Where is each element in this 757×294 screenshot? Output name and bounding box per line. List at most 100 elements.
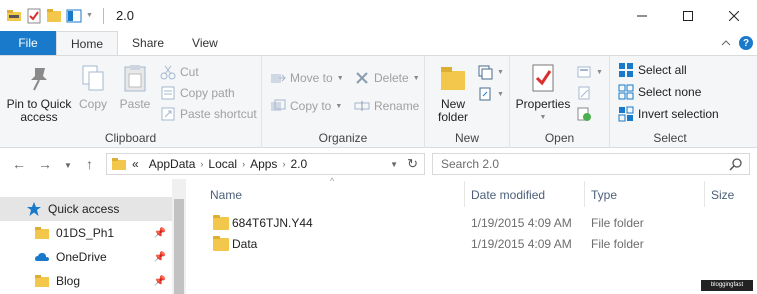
- nav-scrollbar[interactable]: [172, 179, 186, 294]
- history-button[interactable]: [576, 104, 592, 124]
- new-item-button[interactable]: ▼: [477, 62, 504, 82]
- nav-item-quick-access[interactable]: Quick access: [0, 197, 172, 221]
- nav-item-01ds-ph1[interactable]: 01DS_Ph1 📌: [0, 221, 172, 245]
- breadcrumb-appdata[interactable]: AppData: [144, 157, 201, 171]
- edit-icon: [576, 85, 592, 101]
- select-all-button[interactable]: Select all: [618, 60, 687, 80]
- new-folder-label: New folder: [437, 97, 469, 124]
- address-dropdown-icon[interactable]: ▼: [390, 160, 398, 169]
- paste-shortcut-icon: [160, 106, 176, 122]
- search-icon: [729, 157, 743, 174]
- move-to-icon: [270, 70, 286, 86]
- sort-ascending-icon: ^: [330, 176, 335, 186]
- table-row[interactable]: Data 1/19/2015 4:09 AM File folder: [186, 234, 757, 254]
- back-arrow-icon[interactable]: ←: [12, 156, 26, 172]
- folder-icon: [111, 157, 127, 171]
- window-title: 2.0: [115, 8, 135, 23]
- clipboard-group-title: Clipboard: [104, 131, 157, 145]
- recent-locations-chevron-icon[interactable]: ▼: [64, 161, 72, 170]
- file-name: Data: [232, 237, 258, 251]
- copy-path-button[interactable]: Copy path: [160, 83, 235, 103]
- nav-item-onedrive[interactable]: OneDrive 📌: [0, 245, 172, 269]
- rename-button[interactable]: Rename: [354, 96, 419, 116]
- breadcrumb-overflow[interactable]: «: [127, 157, 144, 171]
- star-icon: [26, 201, 42, 217]
- breadcrumb-current[interactable]: 2.0: [285, 157, 312, 171]
- forward-arrow-icon[interactable]: →: [38, 156, 52, 172]
- open-button[interactable]: ▼: [576, 62, 603, 82]
- nav-item-label: Blog: [56, 274, 81, 288]
- copy-to-button[interactable]: Copy to ▼: [270, 96, 342, 116]
- new-folder-button[interactable]: New folder: [431, 62, 475, 124]
- file-date: 1/19/2015 4:09 AM: [471, 216, 572, 230]
- select-none-button[interactable]: Select none: [618, 82, 701, 102]
- tab-share[interactable]: Share: [118, 31, 178, 55]
- new-folder-icon[interactable]: [46, 8, 62, 24]
- new-item-icon: [477, 64, 493, 80]
- breadcrumb-local[interactable]: Local: [203, 157, 242, 171]
- select-all-icon: [618, 62, 634, 78]
- column-header-name[interactable]: Name: [210, 188, 242, 202]
- select-group: Select all Select none Invert selection …: [610, 56, 730, 148]
- nav-scrollbar-thumb[interactable]: [174, 199, 184, 294]
- column-header-date-modified[interactable]: Date modified: [471, 188, 545, 202]
- copy-button[interactable]: Copy: [76, 62, 110, 111]
- column-divider[interactable]: [584, 181, 585, 207]
- column-divider[interactable]: [464, 181, 465, 207]
- paste-icon: [119, 62, 151, 94]
- move-to-dropdown-icon: ▼: [336, 74, 344, 82]
- easy-access-button[interactable]: ▼: [477, 84, 504, 104]
- folder-icon: [213, 215, 229, 231]
- pin-icon[interactable]: 📌: [154, 252, 166, 263]
- pin-icon[interactable]: 📌: [154, 228, 166, 239]
- close-button[interactable]: [711, 0, 757, 31]
- copy-to-icon: [270, 98, 286, 114]
- pin-to-quick-access-button[interactable]: Pin to Quick access: [4, 62, 74, 124]
- file-type: File folder: [591, 237, 644, 251]
- column-header-size[interactable]: Size: [711, 188, 734, 202]
- properties-button[interactable]: Properties ▼: [514, 62, 572, 124]
- pin-icon: [23, 62, 55, 94]
- collapse-ribbon-chevron-icon[interactable]: [721, 39, 731, 47]
- refresh-icon[interactable]: ↻: [407, 156, 418, 172]
- properties-icon[interactable]: [26, 8, 42, 24]
- copy-path-label: Copy path: [180, 86, 235, 100]
- app-icon[interactable]: [6, 8, 22, 24]
- move-to-button[interactable]: Move to ▼: [270, 68, 344, 88]
- search-input[interactable]: Search 2.0: [432, 153, 750, 175]
- help-icon[interactable]: ?: [739, 36, 753, 50]
- new-group-title: New: [454, 131, 479, 145]
- column-header-type[interactable]: Type: [591, 188, 617, 202]
- column-divider[interactable]: [704, 181, 705, 207]
- file-type: File folder: [591, 216, 644, 230]
- paste-button[interactable]: Paste: [116, 62, 154, 111]
- tab-home[interactable]: Home: [56, 31, 119, 55]
- cloud-icon: [34, 249, 50, 265]
- nav-item-blog[interactable]: Blog 📌: [0, 269, 172, 293]
- table-row[interactable]: 684T6TJN.Y44 1/19/2015 4:09 AM File fold…: [186, 213, 757, 233]
- view-pane-icon[interactable]: [66, 8, 82, 24]
- customize-qat-chevron-icon[interactable]: ▼: [86, 12, 93, 19]
- address-bar[interactable]: « AppData › Local › Apps › 2.0 ▼ ↻: [106, 153, 425, 175]
- nav-item-label: 01DS_Ph1: [56, 226, 115, 240]
- tab-view[interactable]: View: [178, 31, 232, 55]
- up-arrow-icon[interactable]: ↑: [86, 156, 93, 172]
- file-list: ^ Name Date modified Type Size 684T6TJN.…: [186, 176, 757, 294]
- maximize-button[interactable]: [665, 0, 711, 31]
- minimize-button[interactable]: [619, 0, 665, 31]
- paste-shortcut-button[interactable]: Paste shortcut: [160, 104, 257, 124]
- properties-label: Properties: [515, 97, 571, 111]
- select-none-icon: [618, 84, 634, 100]
- delete-label: Delete: [374, 71, 409, 85]
- select-all-label: Select all: [638, 63, 687, 77]
- invert-selection-button[interactable]: Invert selection: [618, 104, 719, 124]
- edit-button[interactable]: [576, 83, 592, 103]
- pin-icon[interactable]: 📌: [154, 276, 166, 287]
- new-item-dropdown-icon: ▼: [497, 68, 504, 76]
- new-group: New folder ▼ ▼ New: [425, 56, 510, 148]
- breadcrumb-apps[interactable]: Apps: [245, 157, 282, 171]
- delete-button[interactable]: Delete ▼: [354, 68, 420, 88]
- cut-button[interactable]: Cut: [160, 62, 199, 82]
- address-row: ← → ▼ ↑ « AppData › Local › Apps › 2.0 ▼…: [0, 149, 757, 179]
- tab-file[interactable]: File: [0, 31, 56, 55]
